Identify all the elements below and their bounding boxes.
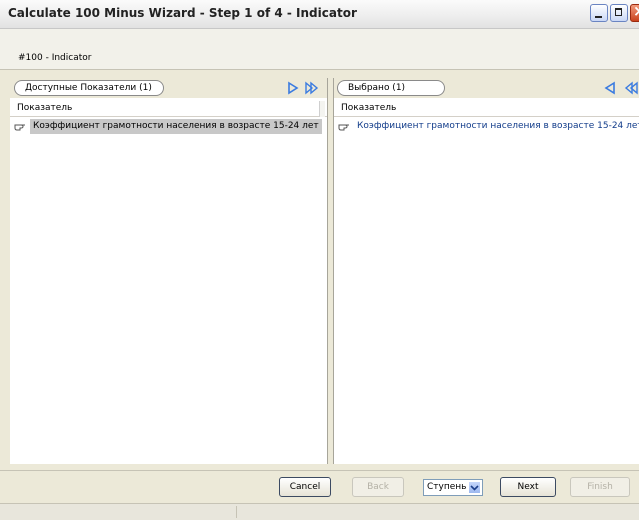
window-title: Calculate 100 Minus Wizard - Step 1 of 4… bbox=[8, 6, 357, 20]
maximize-icon[interactable] bbox=[610, 4, 628, 22]
indicator-label: #100 - Indicator bbox=[18, 53, 92, 63]
move-all-left-icon[interactable] bbox=[624, 81, 638, 95]
footer-divider bbox=[0, 470, 639, 471]
back-button[interactable]: Back bbox=[352, 477, 404, 497]
available-column-header[interactable]: Показатель bbox=[10, 101, 327, 117]
finish-button[interactable]: Finish bbox=[570, 477, 630, 497]
chevron-down-icon[interactable] bbox=[468, 481, 481, 494]
column-scroll-divider bbox=[319, 101, 325, 117]
pointing-hand-icon bbox=[338, 124, 349, 131]
indicator-header: #100 - Indicator bbox=[0, 29, 639, 69]
move-all-right-icon[interactable] bbox=[305, 81, 319, 95]
move-right-icon[interactable] bbox=[286, 81, 300, 95]
move-left-icon[interactable] bbox=[603, 81, 617, 95]
selected-header-bar: Выбрано (1) bbox=[334, 78, 639, 98]
available-header-bar: Доступные Показатели (1) bbox=[10, 78, 327, 98]
available-indicators-panel: Доступные Показатели (1) Показатель Коэф… bbox=[10, 78, 328, 464]
next-button[interactable]: Next bbox=[500, 477, 556, 497]
available-tab[interactable]: Доступные Показатели (1) bbox=[14, 80, 164, 96]
cancel-button[interactable]: Cancel bbox=[279, 477, 331, 497]
list-item-label: Коэффициент грамотности населения в возр… bbox=[30, 119, 322, 134]
status-bar-divider bbox=[236, 506, 237, 518]
minimize-icon[interactable] bbox=[590, 4, 608, 22]
selected-column-header[interactable]: Показатель bbox=[334, 101, 639, 117]
close-icon[interactable] bbox=[630, 2, 639, 22]
title-bar: Calculate 100 Minus Wizard - Step 1 of 4… bbox=[0, 0, 639, 29]
status-bar bbox=[0, 503, 639, 520]
divider bbox=[0, 69, 639, 70]
selected-indicators-panel: Выбрано (1) Показатель Коэффициент грамо… bbox=[333, 78, 639, 464]
list-item-label: Коэффициент грамотности населения в возр… bbox=[357, 121, 639, 131]
step-select[interactable]: Ступень 1 bbox=[423, 479, 483, 496]
pointing-hand-icon bbox=[14, 124, 25, 131]
selected-tab[interactable]: Выбрано (1) bbox=[337, 80, 445, 96]
